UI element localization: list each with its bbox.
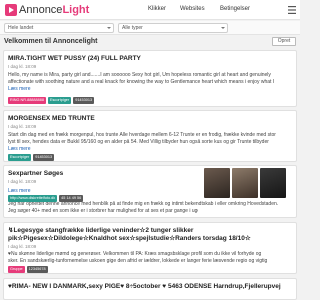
listing-text: ♥Nu skønne liderlige mømd og generøser. …	[8, 251, 262, 257]
listing-timestamp: I dag kl. 18:09	[8, 244, 37, 249]
website-badge[interactable]: http://www.diskrettelfoto.dk	[8, 195, 58, 202]
listing-badges: RING NR.88888888 Escortpiger 91453013	[8, 97, 95, 104]
listing-card[interactable]: ♥RIMA- NEW I DANMARK,sexy PIGE♥ 8÷5octob…	[3, 278, 297, 300]
page-title: Velkommen til Annoncelight	[4, 38, 98, 45]
listing-title[interactable]: MIRA.TIGHT WET PUSSY (24) FULL PARTY	[8, 54, 294, 63]
type-select[interactable]: Alle typer	[118, 23, 228, 33]
read-more-link[interactable]: Læs mere	[8, 86, 31, 92]
listing-card[interactable]: ↯Legesyge stangfrække liderlige veninder…	[3, 222, 297, 274]
read-more-link[interactable]: Læs mere	[8, 146, 31, 152]
top-navbar: AnnonceLight Klikker Websites Betingelse…	[0, 0, 300, 20]
listing-photo[interactable]	[204, 168, 230, 198]
hamburger-menu-icon[interactable]	[287, 3, 297, 17]
logo-icon	[5, 4, 17, 16]
nav-link-betingelser[interactable]: Betingelser	[220, 5, 250, 14]
listing-text: Start din dag med en frækk morgenpul, ho…	[8, 132, 276, 138]
listing-card[interactable]: MIRA.TIGHT WET PUSSY (24) FULL PARTY I d…	[3, 50, 297, 107]
listing-title[interactable]: Sexpartner Søges	[8, 169, 198, 178]
phone-badge[interactable]: 12345678	[26, 266, 48, 273]
listing-card[interactable]: MORGENSEX MED TRUNTE I dag kl. 18:09 Sta…	[3, 110, 297, 162]
phone-badge[interactable]: 91453013	[33, 154, 55, 161]
chevron-down-icon	[107, 27, 111, 29]
category-badge[interactable]: Gruppe	[8, 266, 25, 273]
phone-badge[interactable]: 45 14 49 56	[59, 195, 84, 202]
listing-text: Hello, my name is Mira, party girl and..…	[8, 72, 271, 78]
nav-link-klikker[interactable]: Klikker	[148, 5, 166, 14]
region-select-value: Hele landet	[8, 25, 34, 31]
create-ad-button[interactable]: Opret	[272, 37, 296, 46]
listing-badges: Gruppe 12345678	[8, 266, 48, 273]
phone-badge[interactable]: 91453013	[73, 97, 95, 104]
read-more-link[interactable]: Læs mere	[8, 188, 31, 194]
site-logo[interactable]: AnnonceLight	[5, 3, 89, 17]
chevron-down-icon	[221, 27, 225, 29]
filter-bar: Hele landet Alle typer	[0, 21, 300, 35]
listing-timestamp: I dag kl. 18:09	[8, 124, 37, 129]
phone-badge[interactable]: RING NR.88888888	[8, 97, 46, 104]
listing-card[interactable]: Sexpartner Søges I dag kl. 18:09 Jeg har…	[3, 165, 297, 218]
listing-title[interactable]: pik☆Pigesex☆Dildolege☆Knaldhot sex☆spejl…	[8, 234, 294, 243]
category-badge[interactable]: Escortpiger	[8, 154, 32, 161]
listing-timestamp: I dag kl. 18:09	[8, 179, 37, 184]
listing-title[interactable]: MORGENSEX MED TRUNTE	[8, 114, 294, 123]
listing-text: lyst til sex, hendes data er Bukkl 95/16…	[8, 139, 269, 145]
listing-photos	[204, 168, 286, 198]
region-select[interactable]: Hele landet	[4, 23, 114, 33]
listing-badges: http://www.diskrettelfoto.dk 45 14 49 56	[8, 195, 84, 202]
listing-photo[interactable]	[260, 168, 286, 198]
listing-text: sker. En sandskærlig-tunfornemelse uskoe…	[8, 258, 268, 264]
listing-title[interactable]: ♥RIMA- NEW I DANMARK,sexy PIGE♥ 8÷5octob…	[8, 282, 294, 291]
listing-text: affectionate with soothing nature and a …	[8, 79, 275, 85]
listing-timestamp: I dag kl. 18:09	[8, 64, 37, 69]
logo-text: AnnonceLight	[19, 4, 90, 16]
type-select-value: Alle typer	[122, 25, 143, 31]
category-badge[interactable]: Escortpiger	[47, 97, 72, 104]
listing-text: Jeg søger 40+ med en som ikke er i storb…	[8, 208, 198, 214]
listing-photo[interactable]	[232, 168, 258, 198]
nav-link-websites[interactable]: Websites	[180, 5, 205, 14]
listing-badges: Escortpiger 91453013	[8, 154, 55, 161]
